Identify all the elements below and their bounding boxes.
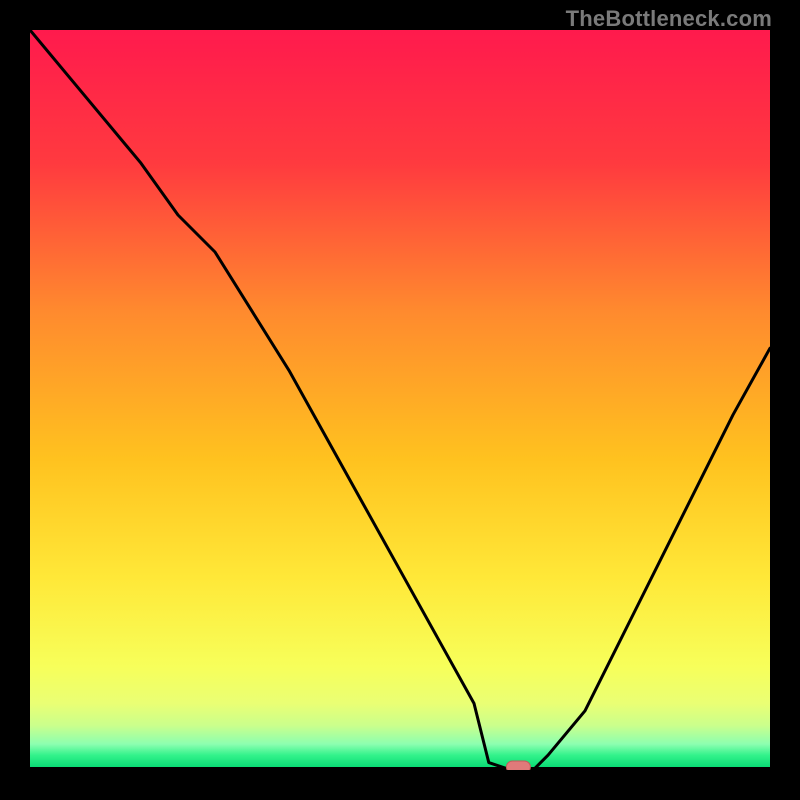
chart-svg [30, 30, 770, 770]
watermark-text: TheBottleneck.com [566, 6, 772, 32]
heatmap-background [30, 30, 770, 770]
chart-container: TheBottleneck.com [0, 0, 800, 800]
plot-area [30, 30, 770, 770]
optimal-point-marker [506, 761, 530, 770]
